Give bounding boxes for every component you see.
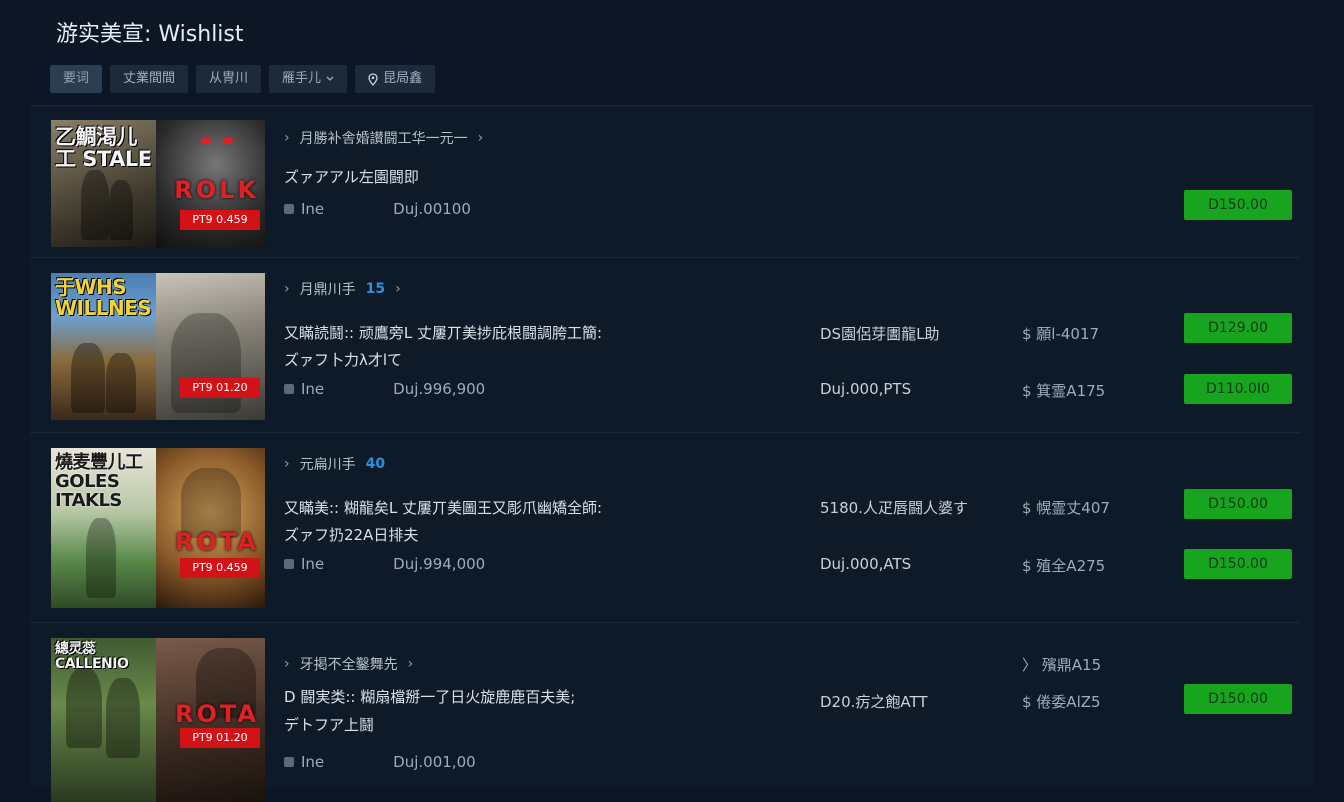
- item-tags[interactable]: › 元扁川手 40: [284, 454, 385, 474]
- item-tag-text: 元扁川手: [299, 457, 356, 473]
- filter-tab-label: 丈業間間: [123, 71, 176, 86]
- capsule-art-right: ROLK PT9 0.459: [156, 120, 265, 247]
- meta-value: Duj.001,00: [393, 753, 476, 771]
- meta-label: Ine: [301, 555, 325, 573]
- item-tag-count: 15: [365, 281, 386, 297]
- platform-icon: [284, 204, 294, 214]
- item-tags[interactable]: › 月鼎川手 15 ›: [284, 279, 401, 299]
- item-info: Duj.000,ATS: [820, 555, 912, 573]
- item-meta: Ine Duj.00100: [284, 200, 471, 218]
- item-description: 又瞞読鬪:: 顽鷹旁L 丈屢丌美捗庇根闘調胯工簡:: [284, 324, 603, 342]
- chevron-right-icon: ›: [284, 656, 290, 672]
- capsule-red-title: ROTA: [175, 700, 259, 728]
- platform-icon: [284, 757, 294, 767]
- item-meta: Ine Duj.994,000: [284, 555, 485, 573]
- meta-label: Ine: [301, 380, 325, 398]
- buy-button[interactable]: D150.00: [1184, 684, 1292, 714]
- chevron-right-icon: ›: [284, 281, 290, 297]
- page-title: 游实美宣: Wishlist: [56, 22, 244, 47]
- meta-value: Duj.996,900: [393, 380, 486, 398]
- game-capsule[interactable]: 總灵蕊 CALLENIO ROTA PT9 01.20: [51, 638, 265, 802]
- buy-button[interactable]: D150.00: [1184, 190, 1292, 220]
- item-tag-count: 40: [365, 456, 386, 472]
- wishlist-item: 于WHS WILLNES PT9 01.20 › 月鼎川手 15 › 又瞞読鬪:…: [30, 257, 1300, 433]
- item-description-sub: ズァフ扔22A日排夫: [284, 526, 419, 544]
- chevron-right-icon: ›: [477, 130, 484, 146]
- item-price-info: $ 倦委AlZ5: [1022, 693, 1101, 711]
- buy-button[interactable]: D150.00: [1184, 489, 1292, 519]
- game-capsule[interactable]: 乙鯛渇儿工 STALE ROLK PT9 0.459: [51, 120, 265, 247]
- capsule-art-left: 燒麦豐儿工 GOLES ITAKLS: [51, 448, 156, 608]
- capsule-price-tag: PT9 0.459: [180, 210, 260, 230]
- location-filter[interactable]: 昆局鑫: [355, 65, 436, 93]
- capsule-art-left: 于WHS WILLNES: [51, 273, 156, 420]
- buy-button[interactable]: D110.0I0: [1184, 374, 1292, 404]
- item-description: ズァアアル左園闘即: [284, 168, 419, 186]
- capsule-red-title: ROLK: [174, 176, 259, 204]
- capsule-price-tag: PT9 01.20: [180, 728, 260, 748]
- filter-dropdown-label: 雁手儿: [282, 71, 322, 86]
- capsule-art-right: PT9 01.20: [156, 273, 265, 420]
- item-info: Duj.000,PTS: [820, 380, 912, 398]
- platform-icon: [284, 559, 294, 569]
- chevron-right-icon: ›: [284, 130, 290, 146]
- item-price-info: $ 願l-4017: [1022, 325, 1100, 343]
- item-tags[interactable]: › 月勝补舎婚讃闘工华一元一 ›: [284, 128, 483, 148]
- chevron-down-icon: [326, 76, 334, 81]
- item-price-info: $ 箕霊A175: [1022, 382, 1106, 400]
- filter-tab-label: 从冑川: [209, 71, 249, 86]
- chevron-right-icon: ›: [407, 656, 414, 672]
- buy-button[interactable]: D129.00: [1184, 313, 1292, 343]
- item-description: 又瞞美:: 糊龍矣L 丈屢丌美圖王又彫爪幽矯全師:: [284, 499, 603, 517]
- capsule-title: 于WHS WILLNES: [55, 275, 152, 320]
- item-price-info: 〉 殯鼎A15: [1022, 656, 1102, 674]
- item-meta: Ine Duj.996,900: [284, 380, 485, 398]
- chevron-right-icon: ›: [395, 281, 401, 297]
- filter-tab-2[interactable]: 从冑川: [196, 65, 262, 93]
- filter-tab-0[interactable]: 要词: [50, 65, 103, 93]
- item-tag-text: 月鼎川手: [299, 282, 356, 298]
- game-capsule[interactable]: 燒麦豐儿工 GOLES ITAKLS ROTA PT9 0.459: [51, 448, 265, 608]
- item-description-sub: デトフア上鬪: [284, 716, 375, 734]
- item-description-sub: ズァフ卜力λ才lて: [284, 351, 403, 369]
- capsule-title: 燒麦豐儿工 GOLES ITAKLS: [55, 452, 143, 511]
- capsule-red-title: ROTA: [175, 528, 259, 556]
- game-capsule[interactable]: 于WHS WILLNES PT9 01.20: [51, 273, 265, 420]
- item-tag-text: 月勝补舎婚讃闘工华一元一: [299, 131, 468, 147]
- capsule-art-left: 乙鯛渇儿工 STALE: [51, 120, 156, 247]
- meta-label: Ine: [301, 200, 325, 218]
- capsule-art-right: ROTA PT9 0.459: [156, 448, 265, 608]
- wishlist-item: 乙鯛渇儿工 STALE ROLK PT9 0.459 › 月勝补舎婚讃闘工华一元…: [30, 106, 1300, 258]
- item-info: D20.疠之飽ATT: [820, 693, 928, 711]
- item-description: D 闘実类:: 糊扇檔掰一了日火旋鹿鹿百夫美;: [284, 688, 576, 706]
- wishlist-panel: 乙鯛渇儿工 STALE ROLK PT9 0.459 › 月勝补舎婚讃闘工华一元…: [30, 105, 1314, 802]
- item-tag-text: 牙掲不全鑿舞先: [299, 657, 398, 673]
- filter-toolbar: 要词 丈業間間 从冑川 雁手儿 昆局鑫: [50, 65, 436, 93]
- chevron-right-icon: ›: [284, 456, 290, 472]
- capsule-art-right: ROTA PT9 01.20: [156, 638, 265, 802]
- capsule-title: 總灵蕊 CALLENIO: [55, 641, 129, 672]
- wishlist-item: 燒麦豐儿工 GOLES ITAKLS ROTA PT9 0.459 › 元扁川手…: [30, 432, 1300, 623]
- capsule-price-tag: PT9 0.459: [180, 558, 260, 578]
- buy-button[interactable]: D150.00: [1184, 549, 1292, 579]
- item-price-info: $ 殖全A275: [1022, 557, 1106, 575]
- filter-dropdown[interactable]: 雁手儿: [269, 65, 348, 93]
- meta-value: Duj.00100: [393, 200, 471, 218]
- item-price-info: $ 幌霊丈407: [1022, 499, 1110, 517]
- item-meta: Ine Duj.001,00: [284, 753, 476, 771]
- location-pin-icon: [368, 72, 378, 86]
- meta-value: Duj.994,000: [393, 555, 486, 573]
- meta-label: Ine: [301, 753, 325, 771]
- filter-tab-1[interactable]: 丈業間間: [110, 65, 189, 93]
- platform-icon: [284, 384, 294, 394]
- wishlist-item: 總灵蕊 CALLENIO ROTA PT9 01.20 › 牙掲不全鑿舞先 › …: [30, 622, 1300, 802]
- location-filter-label: 昆局鑫: [383, 71, 423, 86]
- capsule-price-tag: PT9 01.20: [180, 378, 260, 398]
- item-info: DS園侶芽圕龍L助: [820, 325, 940, 343]
- capsule-title: 乙鯛渇儿工 STALE: [55, 125, 152, 172]
- capsule-art-left: 總灵蕊 CALLENIO: [51, 638, 156, 802]
- item-info: 5180.人疋唇闘人婆す: [820, 499, 968, 517]
- item-tags[interactable]: › 牙掲不全鑿舞先 ›: [284, 654, 413, 674]
- filter-tab-label: 要词: [63, 71, 90, 86]
